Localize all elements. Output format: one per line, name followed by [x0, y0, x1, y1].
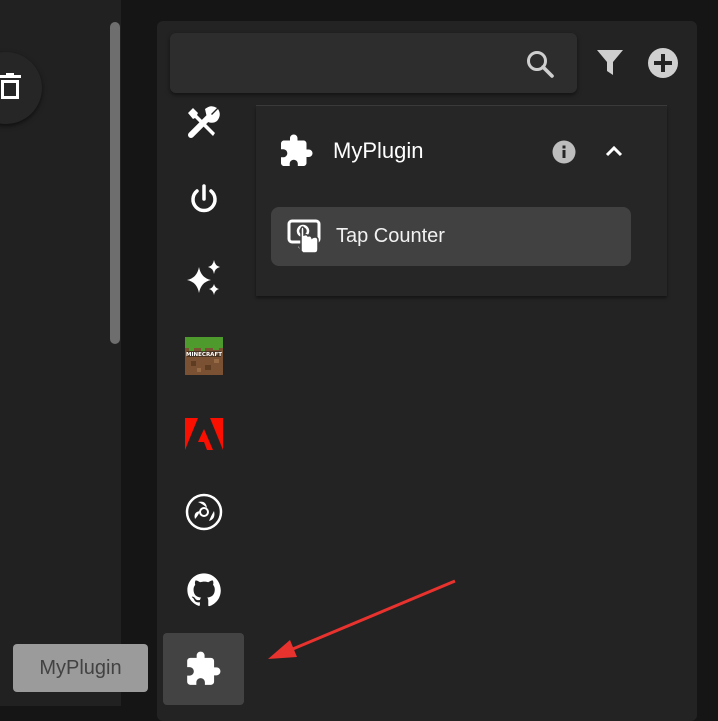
- sidebar-item-github[interactable]: [185, 571, 223, 609]
- sidebar-item-plugin[interactable]: [163, 633, 244, 705]
- action-label: Tap Counter: [336, 225, 445, 247]
- adobe-logo-icon: [185, 418, 223, 450]
- plugin-card: MyPlugin Tap Counter: [256, 106, 667, 296]
- tap-screen-icon: [287, 219, 321, 254]
- plugin-name: MyPlugin: [333, 138, 424, 163]
- sidebar-item-minecraft[interactable]: MINECRAFT: [185, 337, 223, 375]
- puzzle-icon: [187, 651, 221, 685]
- search-icon[interactable]: [525, 49, 555, 79]
- sidebar-item-obs[interactable]: [185, 493, 223, 531]
- trash-icon: [0, 73, 21, 99]
- minecraft-logo-icon: MINECRAFT: [185, 337, 223, 375]
- sidebar-item-sparkle[interactable]: [185, 259, 223, 297]
- filter-icon[interactable]: [595, 48, 625, 78]
- tools-icon: [188, 106, 220, 138]
- puzzle-icon: [281, 134, 313, 166]
- obs-logo-icon: [185, 493, 223, 531]
- search-input[interactable]: [184, 43, 518, 85]
- add-icon[interactable]: [647, 47, 679, 79]
- scrollbar-thumb[interactable]: [110, 22, 120, 344]
- power-icon: [191, 184, 217, 213]
- sidebar-item-power[interactable]: [185, 181, 223, 219]
- sidebar-item-tools[interactable]: [185, 103, 223, 141]
- sparkle-icon: [187, 260, 220, 295]
- info-icon[interactable]: [552, 140, 576, 164]
- search-bar: [170, 33, 577, 93]
- github-logo-icon: [187, 573, 221, 607]
- sidebar-item-adobe[interactable]: [185, 415, 223, 453]
- chevron-up-icon[interactable]: [602, 140, 626, 164]
- tooltip: MyPlugin: [13, 644, 148, 692]
- action-item-tap-counter[interactable]: Tap Counter: [271, 207, 631, 266]
- svg-text:MINECRAFT: MINECRAFT: [186, 352, 222, 358]
